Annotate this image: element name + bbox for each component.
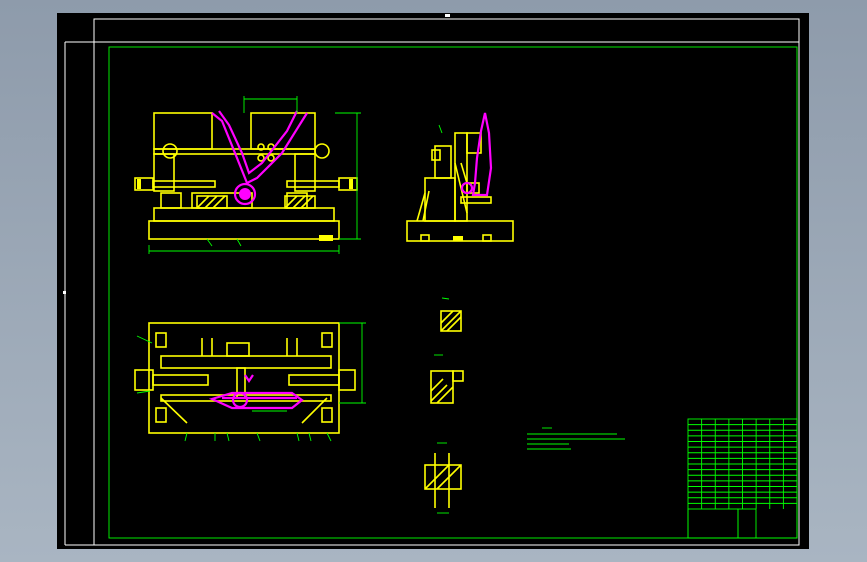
cad-viewport[interactable] (57, 13, 809, 549)
side-marker (63, 291, 66, 294)
base-foot-marker (319, 235, 333, 241)
technical-notes (527, 427, 625, 450)
section-details (424, 297, 464, 514)
fixture-assembly-drawing (63, 14, 800, 546)
ucs-marker (445, 14, 450, 17)
side-view (406, 112, 514, 242)
front-view (134, 96, 361, 254)
workpiece-boss (239, 188, 251, 200)
top-view (134, 322, 366, 442)
side-base-marker (453, 236, 463, 241)
title-block (687, 418, 798, 539)
title-block-grid (688, 419, 797, 509)
